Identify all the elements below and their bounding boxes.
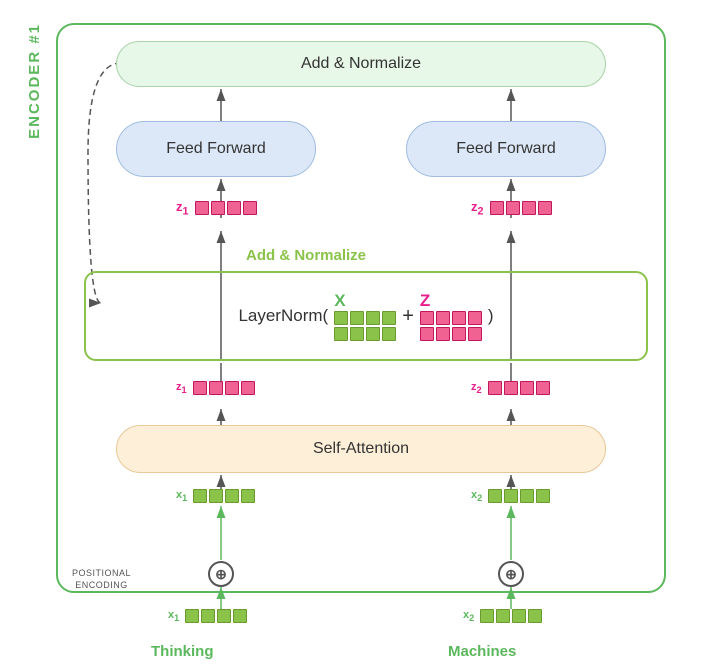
x2-bottom-block <box>480 609 542 623</box>
z2-mid-tokens: z2 <box>471 381 550 395</box>
add-norm-mid-label: Add & Normalize <box>246 247 366 264</box>
z2-top-block <box>490 201 552 215</box>
z-grid <box>420 311 482 341</box>
layernorm-box: LayerNorm( X + Z <box>84 271 648 361</box>
z1-top-block <box>195 201 257 215</box>
z1-top-tokens: z1 <box>176 199 257 218</box>
z2-mid-block <box>488 381 550 395</box>
x-var-label: X <box>334 291 396 311</box>
plus-circle-right: ⊕ <box>498 561 524 587</box>
feed-forward-right: Feed Forward <box>406 121 606 177</box>
z1-mid-tokens: z1 <box>176 381 255 395</box>
x1-inner-block <box>193 489 255 503</box>
thinking-label: Thinking <box>151 643 214 660</box>
diagram: ENCODER #1 <box>16 13 696 653</box>
x2-inner-block <box>488 489 550 503</box>
z2-top-tokens: z2 <box>471 199 552 218</box>
z1-mid-block <box>193 381 255 395</box>
feed-forward-left: Feed Forward <box>116 121 316 177</box>
machines-label: Machines <box>448 643 516 660</box>
x1-bottom-tokens: x1 <box>168 609 247 623</box>
self-attention-box: Self-Attention <box>116 425 606 473</box>
add-norm-top: Add & Normalize <box>116 41 606 87</box>
plus-circle-left: ⊕ <box>208 561 234 587</box>
x-grid <box>334 311 396 341</box>
positional-encoding-label: POSITIONALENCODING <box>72 568 131 591</box>
encoder-label: ENCODER #1 <box>26 23 43 139</box>
z-var-label: Z <box>420 291 482 311</box>
x2-bottom-tokens: x2 <box>463 609 542 623</box>
x1-inner-tokens: x1 <box>176 489 255 503</box>
x1-bottom-block <box>185 609 247 623</box>
layernorm-content: LayerNorm( X + Z <box>238 291 493 341</box>
x2-inner-tokens: x2 <box>471 489 550 503</box>
